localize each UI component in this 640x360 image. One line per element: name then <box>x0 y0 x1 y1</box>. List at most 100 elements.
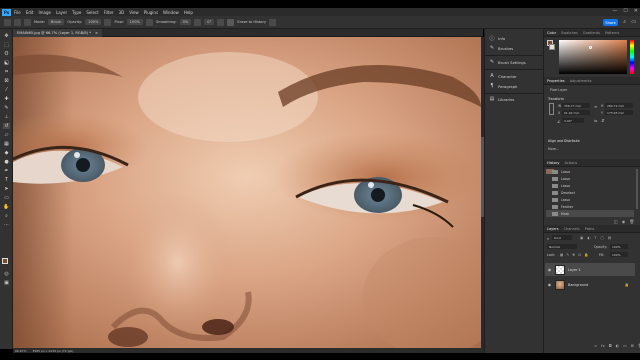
new-group-icon[interactable]: ▭ <box>623 343 627 348</box>
width-field[interactable]: 356.77 mm <box>562 103 590 108</box>
lock-artboard-icon[interactable]: ⊡ <box>578 253 581 257</box>
layer-row-active[interactable]: ◉ Layer 1 <box>545 263 635 276</box>
gradient-tool-icon[interactable]: ▦ <box>3 141 10 147</box>
foreground-color-swatch[interactable] <box>2 258 8 264</box>
link-layers-icon[interactable]: ∞ <box>594 343 597 348</box>
dodge-tool-icon[interactable]: ● <box>3 159 10 165</box>
tab-swatches[interactable]: Swatches <box>561 31 578 35</box>
zoom-tool-icon[interactable]: ⌕ <box>3 213 10 219</box>
lock-all-icon[interactable]: 🔒 <box>584 253 588 257</box>
more-tools-icon[interactable]: ⋯ <box>3 222 10 228</box>
share-button[interactable]: Share <box>603 19 618 26</box>
erase-to-history-checkbox[interactable] <box>227 18 235 26</box>
camera-icon[interactable]: ◉ <box>622 219 626 224</box>
tab-actions[interactable]: Actions <box>564 161 577 165</box>
document-tab[interactable]: EMAIN65.jpg @ 66.7% (Layer 1, RGB/8) * × <box>13 29 103 37</box>
menu-window[interactable]: Window <box>163 10 179 15</box>
blur-tool-icon[interactable]: ◆ <box>3 150 10 156</box>
adjustment-filter-icon[interactable]: ◐ <box>587 236 590 240</box>
menu-edit[interactable]: Edit <box>26 10 34 15</box>
layer-name[interactable]: Background <box>568 283 588 287</box>
lasso-tool-icon[interactable]: ʘ <box>3 51 10 57</box>
path-selection-tool-icon[interactable]: ➤ <box>3 186 10 192</box>
history-item[interactable]: Lasso <box>546 175 634 182</box>
rectangle-tool-icon[interactable]: ▭ <box>3 195 10 201</box>
brush-tool-icon[interactable]: ✎ <box>3 105 10 111</box>
lock-image-icon[interactable]: ✎ <box>566 253 569 257</box>
menu-type[interactable]: Type <box>72 10 81 15</box>
hand-tool-icon[interactable]: ✋ <box>3 204 10 210</box>
mode-select[interactable]: Brush <box>48 19 65 25</box>
history-item[interactable]: Feather <box>546 203 634 210</box>
dock-brushes[interactable]: ✎ Brushes <box>489 45 513 51</box>
fill-field[interactable]: 100% <box>610 252 628 257</box>
symmetry-butterfly-icon[interactable] <box>269 18 277 26</box>
history-item[interactable]: Lasso <box>546 182 634 189</box>
brush-angle-field[interactable]: 0° <box>204 19 215 25</box>
menu-select[interactable]: Select <box>86 10 98 15</box>
angle-field[interactable]: 0.00° <box>562 118 584 123</box>
y-field[interactable]: 175.95 mm <box>605 110 633 115</box>
brush-preset-picker-icon[interactable] <box>14 18 21 26</box>
blend-mode-select[interactable]: Normal <box>547 244 577 249</box>
type-tool-icon[interactable]: T <box>3 177 10 183</box>
search-icon[interactable]: ⌕ <box>623 19 626 25</box>
lock-position-icon[interactable]: ✥ <box>572 253 575 257</box>
hue-slider[interactable] <box>630 40 634 74</box>
layer-kind-filter[interactable]: Kind <box>552 235 572 240</box>
workspace-icon[interactable]: ▭ <box>631 19 636 25</box>
tab-history[interactable]: History <box>547 161 559 165</box>
color-picker-cursor[interactable] <box>589 46 592 49</box>
eraser-tool-icon[interactable]: ▱ <box>3 132 10 138</box>
new-snapshot-icon[interactable]: ◫ <box>614 219 618 224</box>
color-swatches[interactable] <box>2 258 11 267</box>
screen-mode-icon[interactable]: ▣ <box>3 280 10 286</box>
lock-transparent-icon[interactable]: ▦ <box>560 253 563 257</box>
object-selection-tool-icon[interactable]: ⬕ <box>3 60 10 66</box>
height-field[interactable]: 280.72 mm <box>605 103 633 108</box>
zoom-level[interactable]: 66.67% <box>15 349 26 353</box>
crop-tool-icon[interactable]: ⌗ <box>3 69 10 75</box>
close-document-icon[interactable]: × <box>95 31 98 35</box>
history-item-active[interactable]: Mask <box>546 210 634 217</box>
layer-visibility-eye-icon[interactable]: ◉ <box>547 282 552 287</box>
history-scrollbar[interactable] <box>636 169 638 209</box>
flip-vertical-icon[interactable]: ⇵ <box>601 118 604 123</box>
flip-horizontal-icon[interactable]: ⇋ <box>594 118 597 123</box>
tab-layers[interactable]: Layers <box>547 227 559 231</box>
history-brush-tool-icon[interactable]: ↺ <box>3 123 10 129</box>
add-mask-icon[interactable]: ◘ <box>609 343 612 348</box>
smart-object-filter-icon[interactable]: ▤ <box>608 236 611 240</box>
history-item[interactable]: Lasso <box>546 196 634 203</box>
dock-character[interactable]: A Character <box>489 73 516 79</box>
tab-adjustments[interactable]: Adjustments <box>570 79 592 83</box>
eyedropper-tool-icon[interactable]: ⁄ <box>3 87 10 93</box>
smoothing-field[interactable]: 0% <box>179 19 192 25</box>
dock-libraries[interactable]: ▤ Libraries <box>489 96 515 102</box>
tab-color[interactable]: Color <box>547 31 556 35</box>
opacity-field[interactable]: 100% <box>85 19 102 25</box>
menu-help[interactable]: Help <box>184 10 193 15</box>
close-window-button[interactable]: ✕ <box>634 8 638 14</box>
filter-search-icon[interactable]: ⌕ <box>547 236 549 241</box>
pressure-opacity-icon[interactable] <box>104 18 112 26</box>
move-tool-icon[interactable]: ✥ <box>3 33 10 39</box>
healing-brush-tool-icon[interactable]: ✚ <box>3 96 10 102</box>
flow-field[interactable]: 100% <box>126 19 143 25</box>
menu-filter[interactable]: Filter <box>104 10 114 15</box>
menu-layer[interactable]: Layer <box>56 10 67 15</box>
menu-view[interactable]: View <box>129 10 139 15</box>
layer-row[interactable]: ◉ Background 🔒 <box>545 278 635 291</box>
menu-plugins[interactable]: Plugins <box>144 10 158 15</box>
history-brush-tool-icon[interactable] <box>4 18 11 26</box>
tab-paths[interactable]: Paths <box>585 227 595 231</box>
tab-gradients[interactable]: Gradients <box>583 31 600 35</box>
adjustment-layer-icon[interactable]: ◐ <box>616 343 619 348</box>
color-panel-background-swatch[interactable] <box>549 44 555 50</box>
pen-tool-icon[interactable]: ✒ <box>3 168 10 174</box>
minimize-button[interactable]: — <box>612 8 617 14</box>
trash-icon[interactable]: 🗑 <box>629 219 634 224</box>
airbrush-icon[interactable] <box>145 18 153 26</box>
history-item[interactable]: Deselect <box>546 189 634 196</box>
tab-channels[interactable]: Channels <box>564 227 580 231</box>
